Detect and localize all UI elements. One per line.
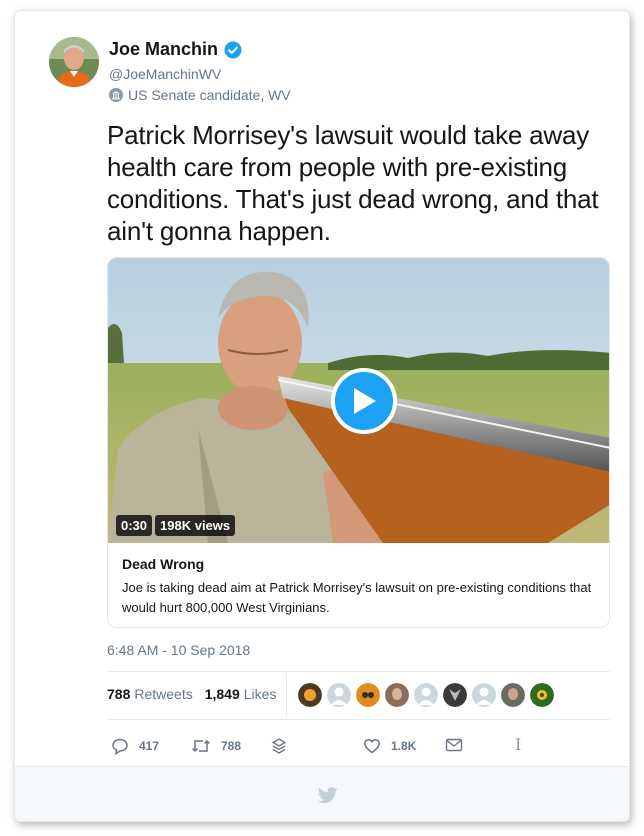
- liker-avatar[interactable]: [414, 683, 438, 707]
- message-icon: [445, 738, 463, 752]
- video-badges: 0:30 198K views: [116, 515, 238, 536]
- account-handle[interactable]: @JoeManchinWV: [109, 66, 221, 82]
- video-player[interactable]: 0:30 198K views: [108, 258, 609, 543]
- account-label: US Senate candidate, WV: [109, 87, 291, 103]
- liker-avatar[interactable]: [501, 683, 525, 707]
- divider: [107, 719, 610, 720]
- liker-avatar[interactable]: [327, 683, 351, 707]
- text-cursor-icon: I: [515, 735, 522, 754]
- heart-icon: [364, 738, 380, 754]
- liker-avatar[interactable]: [356, 683, 380, 707]
- retweets-label[interactable]: Retweets: [134, 686, 192, 702]
- liker-avatars: [298, 683, 559, 707]
- twitter-bird-icon[interactable]: [317, 787, 338, 809]
- direct-message-button[interactable]: [445, 737, 473, 753]
- reply-button[interactable]: 417: [111, 737, 159, 755]
- tweet-text: Patrick Morrisey's lawsuit would take aw…: [107, 120, 599, 246]
- action-bar: 417 788 1.8K: [107, 737, 567, 757]
- media-description: Joe is taking dead aim at Patrick Morris…: [122, 580, 592, 615]
- play-button[interactable]: [331, 368, 397, 434]
- reply-icon: [112, 738, 128, 755]
- liker-avatar[interactable]: [385, 683, 409, 707]
- account-name[interactable]: Joe Manchin: [109, 39, 218, 60]
- account-name-row: Joe Manchin: [109, 39, 242, 60]
- retweets-count[interactable]: 788: [107, 686, 130, 702]
- likes-count[interactable]: 1,849: [205, 686, 240, 702]
- likes-label[interactable]: Likes: [244, 686, 277, 702]
- card-footer: [15, 766, 629, 821]
- retweet-count: 788: [221, 739, 242, 753]
- play-icon: [354, 388, 376, 414]
- avatar[interactable]: [49, 37, 99, 87]
- video-duration: 0:30: [116, 515, 153, 536]
- share-stack-button[interactable]: [271, 737, 297, 755]
- media-card[interactable]: 0:30 198K views Dead Wrong Joe is taking…: [107, 257, 610, 628]
- tweet-card: Joe Manchin @JoeManchinWV US Senate cand…: [14, 10, 630, 822]
- liker-avatar[interactable]: [530, 683, 554, 707]
- like-button[interactable]: 1.8K: [363, 737, 416, 755]
- reply-count: 417: [139, 739, 160, 753]
- government-icon: [109, 88, 123, 102]
- account-label-text: US Senate candidate, WV: [128, 87, 291, 103]
- retweet-icon: [191, 739, 211, 753]
- like-count: 1.8K: [391, 739, 417, 753]
- verified-badge-icon: [224, 41, 242, 59]
- media-title: Dead Wrong: [122, 556, 205, 572]
- liker-avatar[interactable]: [298, 683, 322, 707]
- tweet-timestamp[interactable]: 6:48 AM - 10 Sep 2018: [107, 642, 250, 658]
- divider: [107, 671, 610, 672]
- engagement-stats: 788 Retweets 1,849 Likes: [107, 686, 288, 702]
- liker-avatar[interactable]: [472, 683, 496, 707]
- stack-icon: [271, 738, 287, 754]
- video-views: 198K views: [155, 515, 236, 536]
- stats-divider: [286, 673, 287, 717]
- liker-avatar[interactable]: [443, 683, 467, 707]
- retweet-button[interactable]: 788: [191, 737, 241, 755]
